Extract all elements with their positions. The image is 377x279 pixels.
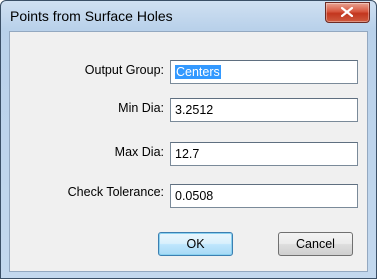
check-tolerance-input[interactable]: 0.0508 (170, 184, 358, 208)
cancel-button[interactable]: Cancel (278, 232, 353, 256)
min-dia-label: Min Dia: (118, 101, 164, 115)
output-group-label: Output Group: (84, 63, 164, 77)
dialog-window: Points from Surface Holes Output Group: … (0, 0, 377, 279)
output-group-input[interactable]: Centers (170, 60, 358, 84)
max-dia-label: Max Dia: (114, 145, 164, 159)
max-dia-input[interactable]: 12.7 (170, 142, 358, 166)
check-tolerance-label: Check Tolerance: (67, 185, 164, 199)
title-bar[interactable]: Points from Surface Holes (1, 1, 376, 31)
close-button[interactable] (325, 2, 370, 23)
close-icon (341, 7, 353, 17)
window-title: Points from Surface Holes (10, 8, 173, 24)
dialog-body: Output Group: Centers Min Dia: 3.2512 Ma… (9, 31, 368, 272)
ok-button[interactable]: OK (158, 232, 233, 256)
min-dia-input[interactable]: 3.2512 (170, 98, 358, 122)
output-group-value: Centers (175, 65, 221, 79)
